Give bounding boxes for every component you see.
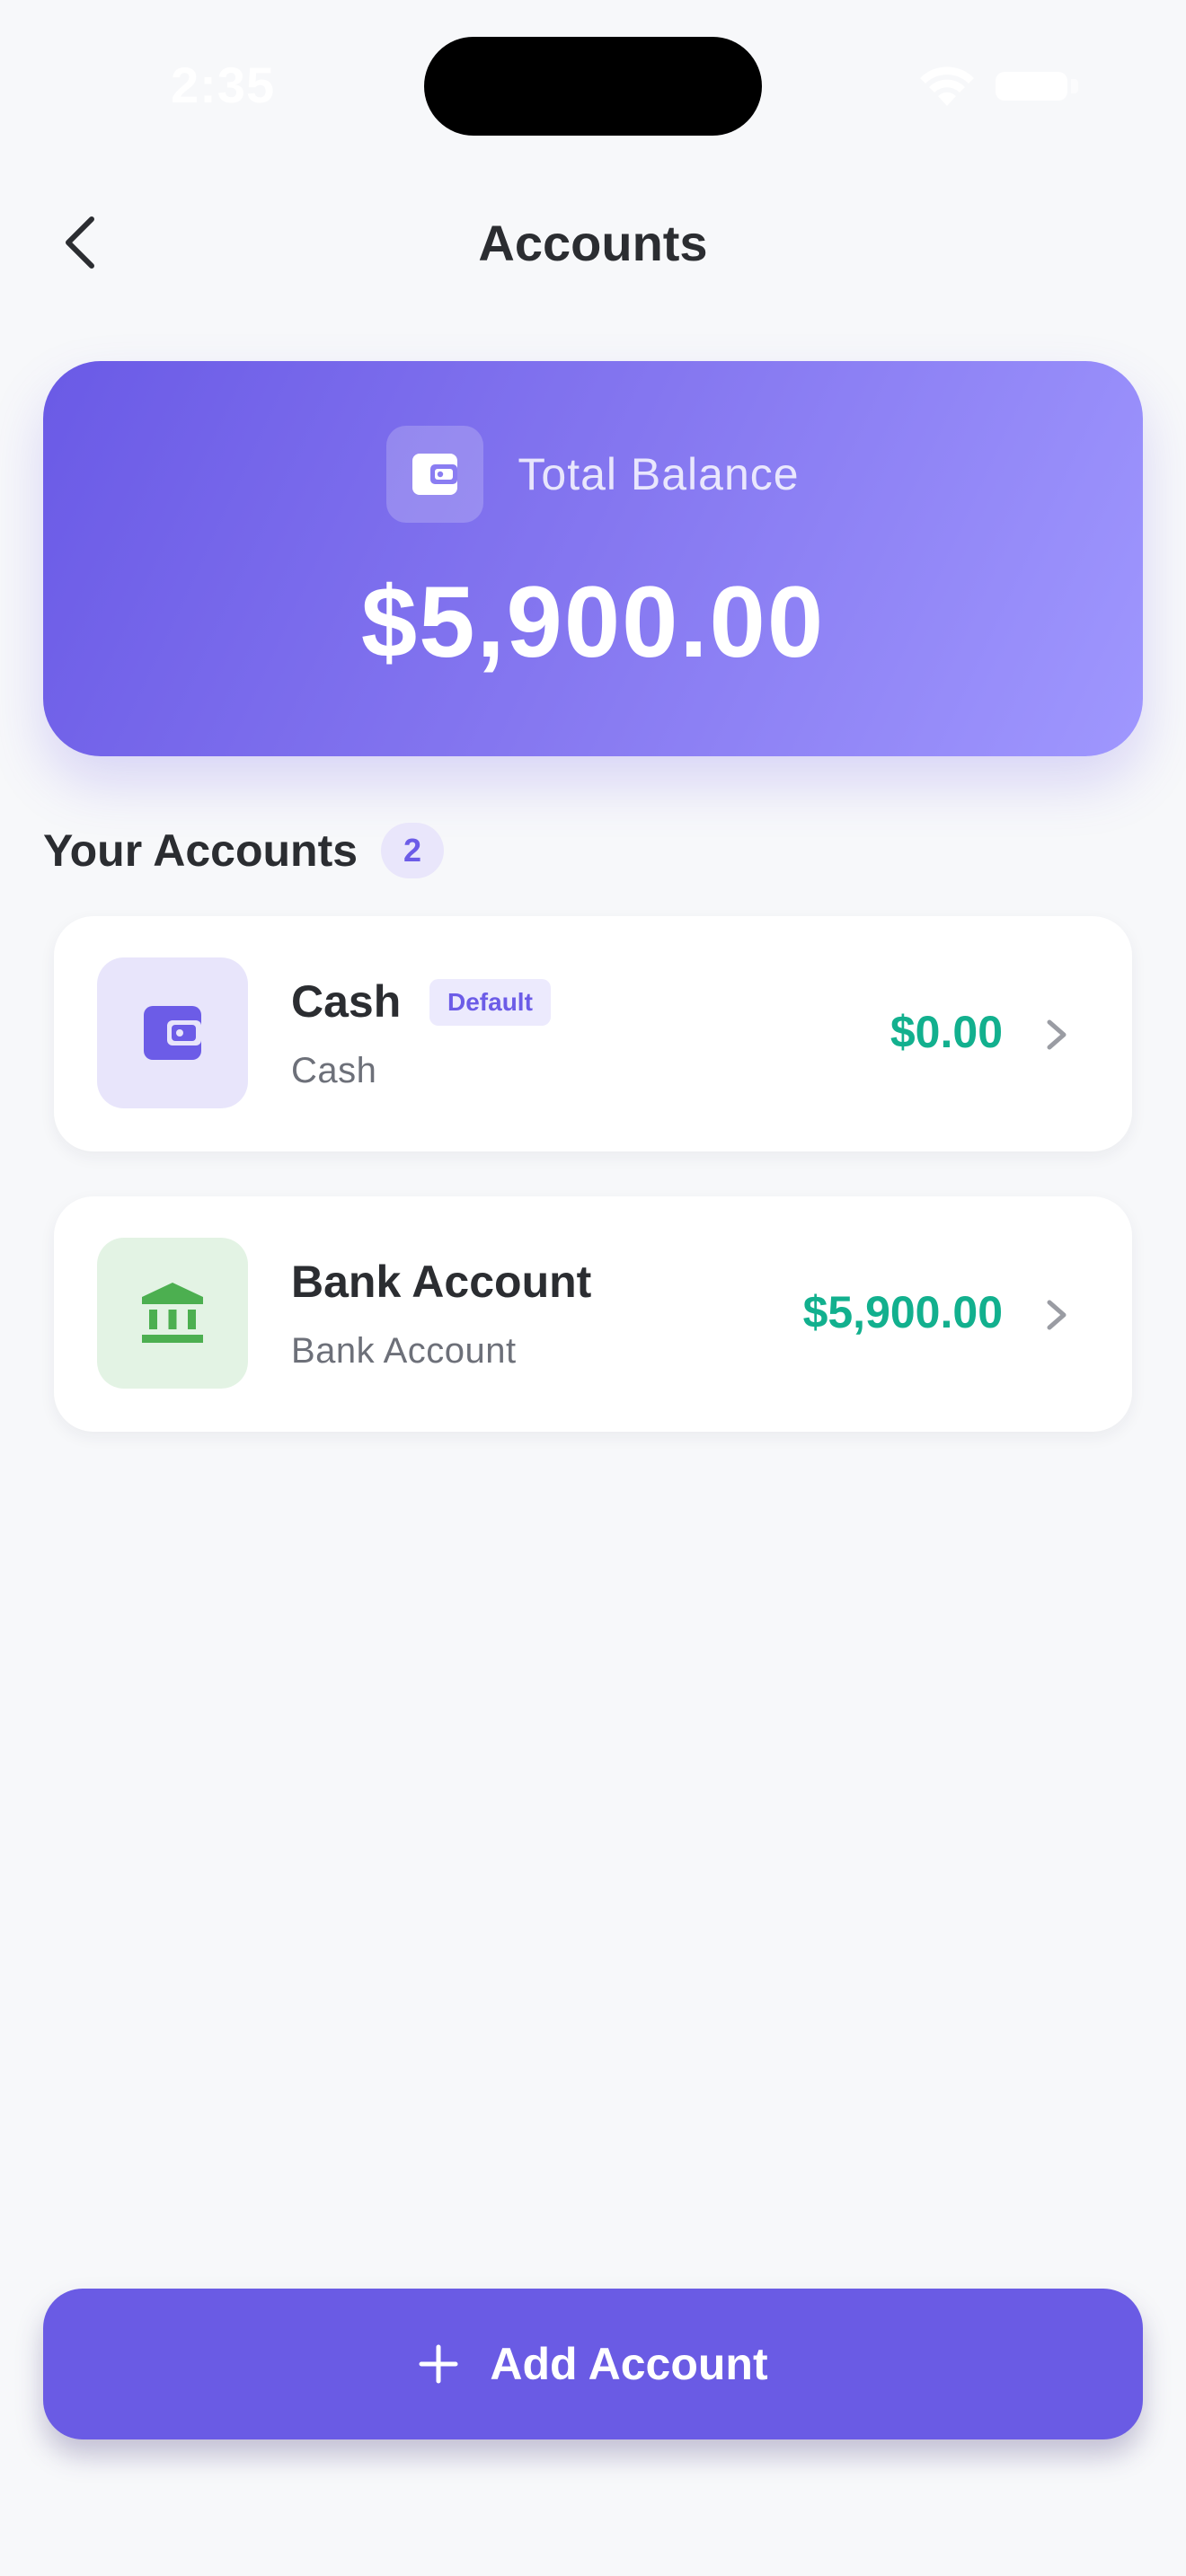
add-account-label: Add Account xyxy=(490,2339,768,2389)
battery-icon xyxy=(996,72,1067,101)
nav-bar: Accounts xyxy=(0,180,1186,305)
total-balance-amount: $5,900.00 xyxy=(360,566,826,678)
section-title: Your Accounts xyxy=(43,825,358,876)
wallet-badge xyxy=(386,426,484,523)
wifi-icon xyxy=(920,66,974,106)
account-card-bank[interactable]: Bank Account Bank Account $5,900.00 xyxy=(54,1196,1132,1432)
plus-icon xyxy=(419,2344,458,2384)
account-name: Cash xyxy=(291,976,402,1027)
account-card-cash[interactable]: Cash Default Cash $0.00 xyxy=(54,916,1132,1151)
account-type: Cash xyxy=(291,1051,377,1090)
wallet-icon xyxy=(144,1006,201,1060)
total-balance-card: Total Balance $5,900.00 xyxy=(43,361,1143,756)
bank-icon xyxy=(142,1283,203,1343)
default-badge: Default xyxy=(429,979,551,1026)
total-balance-label: Total Balance xyxy=(518,449,800,499)
account-icon-wrap xyxy=(97,1238,248,1389)
status-time: 2:35 xyxy=(171,57,276,113)
status-bar: 2:35 xyxy=(0,0,1186,171)
accounts-count-badge: 2 xyxy=(381,823,445,878)
account-icon-wrap xyxy=(97,957,248,1108)
chevron-right-icon xyxy=(1047,1019,1067,1050)
battery-tip xyxy=(1071,79,1078,93)
balance-header: Total Balance xyxy=(43,426,1143,523)
account-name: Bank Account xyxy=(291,1257,592,1307)
accounts-section-header: Your Accounts 2 xyxy=(43,819,445,882)
add-account-button[interactable]: Add Account xyxy=(43,2289,1143,2439)
account-balance: $5,900.00 xyxy=(802,1287,1003,1337)
dynamic-island xyxy=(424,37,762,136)
account-balance: $0.00 xyxy=(890,1007,1003,1057)
chevron-right-icon xyxy=(1047,1300,1067,1330)
wallet-icon xyxy=(412,454,458,495)
account-type: Bank Account xyxy=(291,1331,517,1371)
page-title: Accounts xyxy=(478,215,708,271)
